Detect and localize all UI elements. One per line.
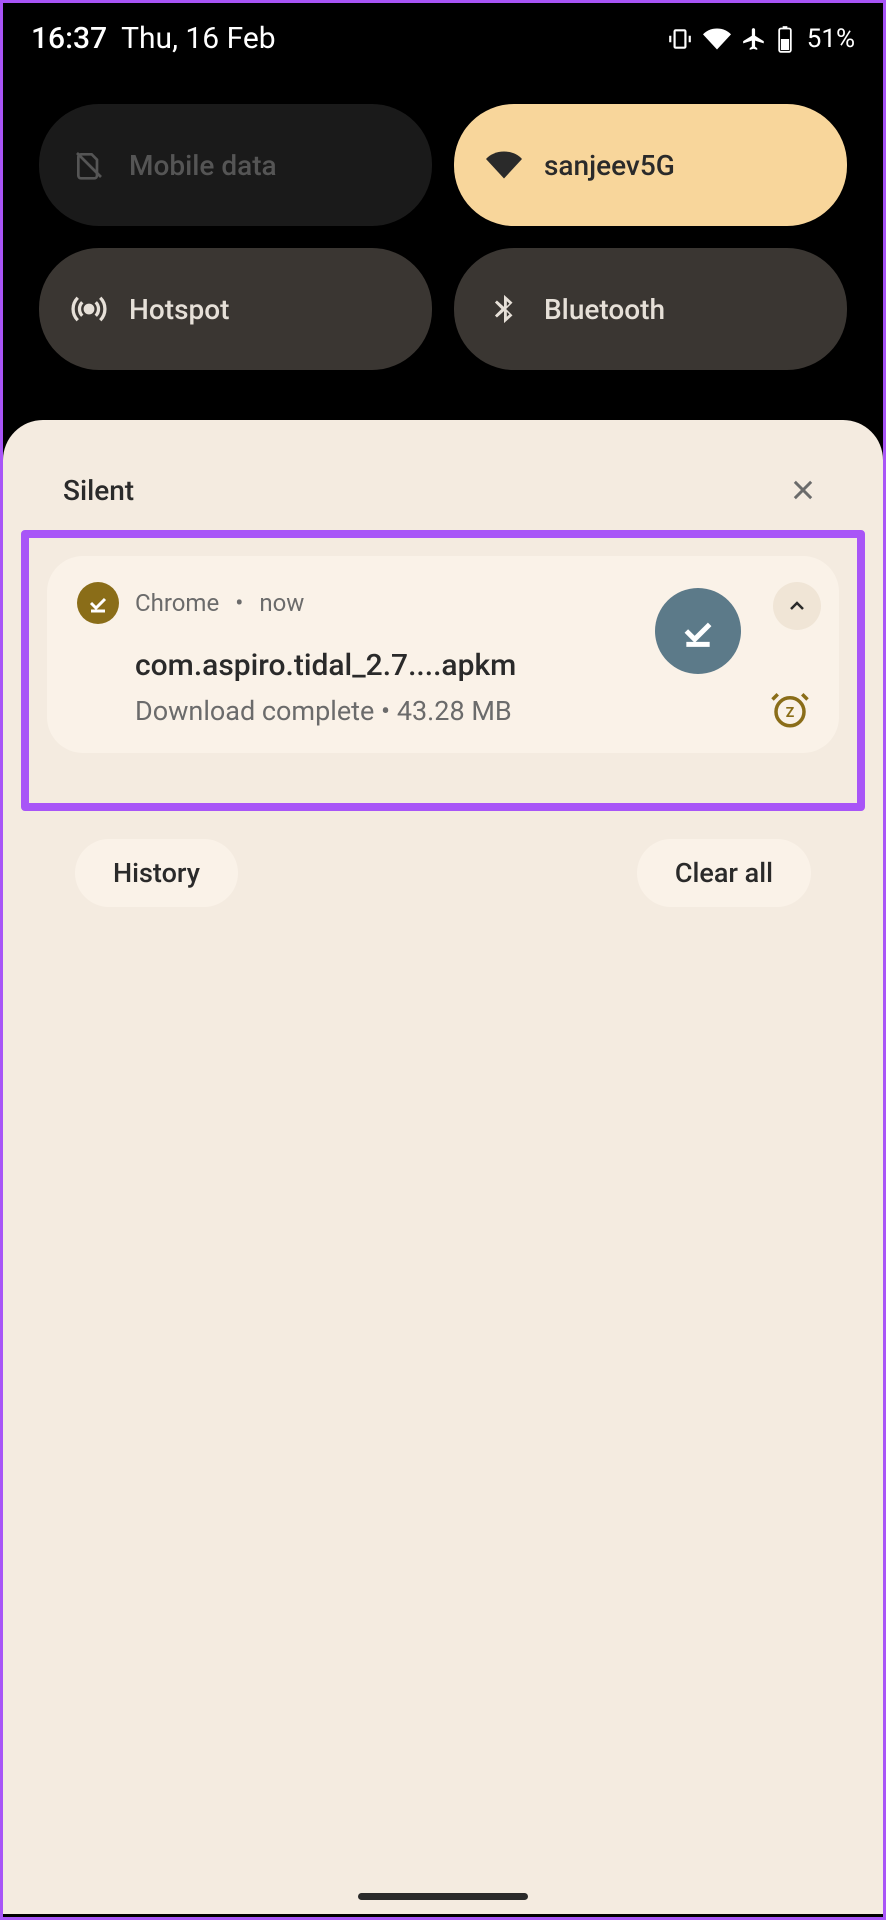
status-icons: 51% bbox=[667, 24, 855, 54]
notification-time: now bbox=[259, 589, 304, 617]
qs-hotspot[interactable]: Hotspot bbox=[39, 248, 432, 370]
svg-text:Z: Z bbox=[786, 705, 795, 721]
no-sim-icon bbox=[71, 147, 107, 183]
snooze-icon[interactable]: Z bbox=[769, 689, 811, 731]
close-section-button[interactable] bbox=[783, 470, 823, 510]
section-title: Silent bbox=[63, 474, 134, 507]
battery-icon bbox=[777, 25, 793, 53]
quick-settings: Mobile data sanjeev5G Hotspot Bluetooth bbox=[3, 74, 883, 400]
notification-shade: Silent Chrome • now com.aspiro.tidal_2.7… bbox=[3, 420, 883, 1914]
wifi-icon bbox=[703, 25, 731, 53]
qs-label: Mobile data bbox=[129, 149, 277, 182]
qs-label: Hotspot bbox=[129, 293, 229, 326]
wifi-icon bbox=[486, 147, 522, 183]
status-time: 16:37 bbox=[31, 21, 107, 56]
download-action-icon[interactable] bbox=[655, 588, 741, 674]
bluetooth-icon bbox=[486, 291, 522, 327]
qs-mobile-data[interactable]: Mobile data bbox=[39, 104, 432, 226]
airplane-icon bbox=[741, 26, 767, 52]
qs-label: Bluetooth bbox=[544, 293, 665, 326]
notification-app-name: Chrome bbox=[135, 589, 219, 617]
vibrate-icon bbox=[667, 26, 693, 52]
download-complete-icon bbox=[77, 582, 119, 624]
qs-bluetooth[interactable]: Bluetooth bbox=[454, 248, 847, 370]
battery-percent: 51% bbox=[807, 24, 855, 54]
collapse-button[interactable] bbox=[773, 582, 821, 630]
notification-subtitle: Download complete • 43.28 MB bbox=[135, 695, 809, 727]
qs-label: sanjeev5G bbox=[544, 149, 675, 182]
highlight-annotation: Chrome • now com.aspiro.tidal_2.7....apk… bbox=[21, 530, 865, 811]
clear-all-button[interactable]: Clear all bbox=[637, 839, 811, 907]
notification-card[interactable]: Chrome • now com.aspiro.tidal_2.7....apk… bbox=[47, 556, 839, 753]
qs-wifi[interactable]: sanjeev5G bbox=[454, 104, 847, 226]
navigation-handle[interactable] bbox=[358, 1893, 528, 1900]
history-button[interactable]: History bbox=[75, 839, 238, 907]
status-bar: 16:37 Thu, 16 Feb 51% bbox=[3, 3, 883, 74]
status-date: Thu, 16 Feb bbox=[121, 21, 276, 56]
hotspot-icon bbox=[71, 291, 107, 327]
